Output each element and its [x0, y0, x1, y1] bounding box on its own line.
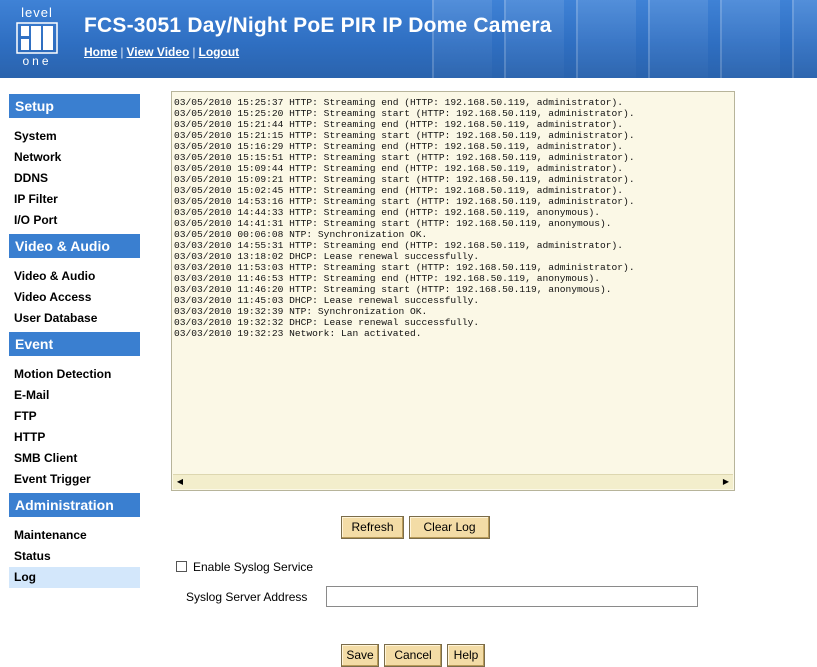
- log-line: 03/05/2010 15:09:44 HTTP: Streaming end …: [174, 163, 624, 174]
- help-button[interactable]: Help: [447, 644, 485, 667]
- sidebar-item-maintenance[interactable]: Maintenance: [9, 525, 140, 546]
- home-link[interactable]: Home: [84, 45, 117, 59]
- log-line: 03/03/2010 11:53:03 HTTP: Streaming star…: [174, 262, 635, 273]
- log-line: 03/05/2010 15:25:20 HTTP: Streaming star…: [174, 108, 635, 119]
- log-line: 03/03/2010 19:32:23 Network: Lan activat…: [174, 328, 422, 339]
- save-button[interactable]: Save: [341, 644, 379, 667]
- syslog-server-label: Syslog Server Address: [186, 590, 308, 604]
- log-line: 03/05/2010 15:02:45 HTTP: Streaming end …: [174, 185, 624, 196]
- log-line: 03/03/2010 19:32:39 NTP: Synchronization…: [174, 306, 428, 317]
- sidebar-item-user-database[interactable]: User Database: [9, 308, 140, 329]
- sidebar-item-video-access[interactable]: Video Access: [9, 287, 140, 308]
- log-line: 03/03/2010 14:55:31 HTTP: Streaming end …: [174, 240, 624, 251]
- logo-mark-icon: [16, 22, 58, 54]
- log-line: 03/05/2010 14:53:16 HTTP: Streaming star…: [174, 196, 635, 207]
- sidebar-item-ftp[interactable]: FTP: [9, 406, 140, 427]
- page-title: FCS-3051 Day/Night PoE PIR IP Dome Camer…: [84, 14, 552, 37]
- section-title-setup: Setup: [9, 94, 140, 118]
- log-line: 03/05/2010 15:15:51 HTTP: Streaming star…: [174, 152, 635, 163]
- header-banner: level one FCS-3051 Day/Night PoE PIR IP …: [0, 0, 817, 78]
- logo-top-text: level: [21, 5, 53, 20]
- sidebar-item-motion-detection[interactable]: Motion Detection: [9, 364, 140, 385]
- cancel-button[interactable]: Cancel: [384, 644, 442, 667]
- log-line: 03/05/2010 14:44:33 HTTP: Streaming end …: [174, 207, 601, 218]
- log-line: 03/05/2010 14:41:31 HTTP: Streaming star…: [174, 218, 612, 229]
- log-line: 03/05/2010 15:25:37 HTTP: Streaming end …: [174, 97, 624, 108]
- sidebar-item-video-audio[interactable]: Video & Audio: [9, 266, 140, 287]
- levelone-logo: level one: [9, 5, 65, 69]
- section-title-administration: Administration: [9, 493, 140, 517]
- log-line: 03/05/2010 00:06:08 NTP: Synchronization…: [174, 229, 428, 240]
- link-separator: |: [192, 45, 196, 59]
- sidebar: Setup System Network DDNS IP Filter I/O …: [9, 94, 140, 588]
- sidebar-item-ddns[interactable]: DDNS: [9, 168, 140, 189]
- sidebar-item-log[interactable]: Log: [9, 567, 140, 588]
- sidebar-item-smb-client[interactable]: SMB Client: [9, 448, 140, 469]
- log-line: 03/03/2010 19:32:32 DHCP: Lease renewal …: [174, 317, 480, 328]
- syslog-server-input[interactable]: [326, 586, 698, 607]
- log-line: 03/05/2010 15:09:21 HTTP: Streaming star…: [174, 174, 635, 185]
- link-separator: |: [120, 45, 124, 59]
- sidebar-item-ip-filter[interactable]: IP Filter: [9, 189, 140, 210]
- log-line: 03/03/2010 13:18:02 DHCP: Lease renewal …: [174, 251, 480, 262]
- logo-bottom-text: one: [22, 54, 52, 68]
- log-line: 03/03/2010 11:45:03 DHCP: Lease renewal …: [174, 295, 480, 306]
- log-content: 03/05/2010 15:25:37 HTTP: Streaming end …: [174, 97, 734, 339]
- section-title-video-audio: Video & Audio: [9, 234, 140, 258]
- refresh-button[interactable]: Refresh: [341, 516, 404, 539]
- log-line: 03/05/2010 15:16:29 HTTP: Streaming end …: [174, 141, 624, 152]
- log-line: 03/03/2010 11:46:20 HTTP: Streaming star…: [174, 284, 612, 295]
- sidebar-item-status[interactable]: Status: [9, 546, 140, 567]
- log-textarea[interactable]: 03/05/2010 15:25:37 HTTP: Streaming end …: [171, 91, 735, 491]
- sidebar-item-http[interactable]: HTTP: [9, 427, 140, 448]
- right-arrow-icon[interactable]: ▶: [719, 475, 733, 489]
- logout-link[interactable]: Logout: [199, 45, 240, 59]
- log-line: 03/05/2010 15:21:44 HTTP: Streaming end …: [174, 119, 624, 130]
- clear-log-button[interactable]: Clear Log: [409, 516, 490, 539]
- left-arrow-icon[interactable]: ◀: [173, 475, 187, 489]
- sidebar-item-network[interactable]: Network: [9, 147, 140, 168]
- top-nav: Home | View Video | Logout: [84, 45, 239, 59]
- log-line: 03/03/2010 11:46:53 HTTP: Streaming end …: [174, 273, 601, 284]
- sidebar-item-email[interactable]: E-Mail: [9, 385, 140, 406]
- sidebar-item-event-trigger[interactable]: Event Trigger: [9, 469, 140, 490]
- view-video-link[interactable]: View Video: [126, 45, 189, 59]
- sidebar-item-io-port[interactable]: I/O Port: [9, 210, 140, 231]
- enable-syslog-checkbox[interactable]: [176, 561, 187, 572]
- enable-syslog-label: Enable Syslog Service: [193, 560, 314, 574]
- log-line: 03/05/2010 15:21:15 HTTP: Streaming star…: [174, 130, 635, 141]
- section-title-event: Event: [9, 332, 140, 356]
- horizontal-scrollbar[interactable]: ◀ ▶: [173, 474, 733, 489]
- sidebar-item-system[interactable]: System: [9, 126, 140, 147]
